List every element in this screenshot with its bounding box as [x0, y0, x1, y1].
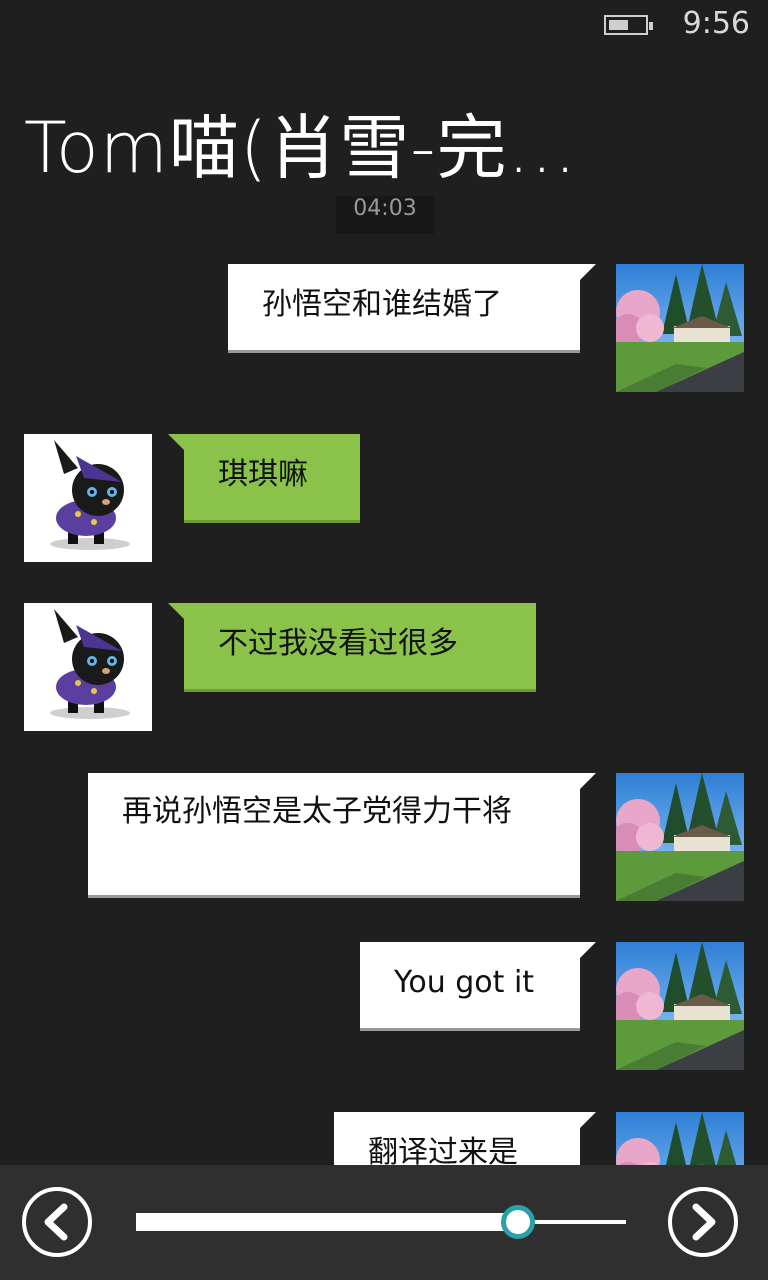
message-bubble[interactable]: 琪琪嘛	[168, 434, 360, 523]
message-text: 琪琪嘛	[218, 457, 308, 492]
message-bubble[interactable]: 翻译过来是	[334, 1112, 596, 1165]
message-text: 再说孙悟空是太子党得力干将	[122, 794, 512, 829]
battery-icon	[604, 15, 653, 35]
message-list[interactable]: 孙悟空和谁结婚了 琪琪嘛 不过我没看过很多 再说孙悟空是太子党得力干将 You …	[0, 240, 768, 1165]
message-timestamp: 04:03	[336, 196, 434, 234]
contact-avatar[interactable]	[24, 434, 152, 562]
my-avatar[interactable]	[616, 942, 744, 1070]
message-text: 孙悟空和谁结婚了	[262, 287, 502, 322]
message-bubble[interactable]: 孙悟空和谁结婚了	[228, 264, 596, 353]
chevron-left-icon	[44, 1203, 68, 1241]
my-avatar[interactable]	[616, 264, 744, 392]
slider-filled	[136, 1213, 518, 1231]
battery-level	[609, 20, 628, 30]
playback-slider[interactable]	[136, 1205, 626, 1239]
next-button[interactable]	[668, 1187, 738, 1257]
my-avatar[interactable]	[616, 1112, 744, 1165]
chevron-right-icon	[692, 1203, 716, 1241]
previous-button[interactable]	[22, 1187, 92, 1257]
contact-avatar[interactable]	[24, 603, 152, 731]
message-text: 翻译过来是	[368, 1135, 518, 1165]
conversation-title: Tom喵(肖雪-完...	[24, 107, 578, 189]
clock: 9:56	[682, 6, 750, 41]
message-bubble[interactable]: 再说孙悟空是太子党得力干将	[88, 773, 596, 898]
playback-bar	[0, 1165, 768, 1280]
message-text: 不过我没看过很多	[218, 626, 458, 661]
my-avatar[interactable]	[616, 773, 744, 901]
message-bubble[interactable]: You got it	[360, 942, 596, 1031]
slider-thumb[interactable]	[501, 1205, 535, 1239]
message-text: You got it	[394, 965, 535, 1000]
status-bar: 9:56	[0, 0, 768, 50]
message-bubble[interactable]: 不过我没看过很多	[168, 603, 536, 692]
